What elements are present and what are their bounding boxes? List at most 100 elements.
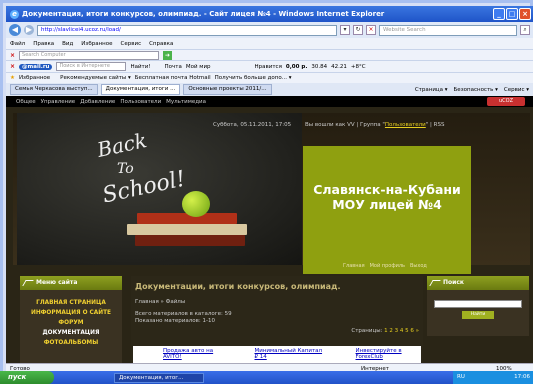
refresh-icon[interactable]: ↻	[353, 25, 363, 35]
tab-1[interactable]: Семья Черкасова выступ...	[10, 84, 98, 95]
tab-2-active[interactable]: Документация, итоги ...	[100, 84, 181, 95]
likes-button[interactable]: Нравится	[255, 64, 282, 70]
ucoz-menu-media[interactable]: Мультимедиа	[166, 99, 206, 105]
ad-link-avito[interactable]: Продажа авто на AVITO!	[163, 348, 224, 360]
favorite-link-1[interactable]: Рекомендуемые сайты ▾	[60, 75, 131, 81]
mailru-logo[interactable]: @mail.ru	[19, 63, 53, 70]
chalk-back-text: Back	[95, 128, 149, 162]
menu-tools[interactable]: Сервис	[121, 41, 142, 47]
menu-favorites[interactable]: Избранное	[81, 41, 112, 47]
address-bar: ◀ ▶ http://slavlicei4.ucoz.ru/load/ ▾ ↻ …	[6, 22, 533, 38]
ucoz-menu-users[interactable]: Пользователи	[120, 99, 161, 105]
close-toolbar-icon[interactable]: ×	[10, 63, 15, 70]
login-info: Вы вошли как VV | Группа "Пользователи" …	[305, 122, 445, 128]
menu-site-info[interactable]: ИНФОРМАЦИЯ О САЙТЕ	[20, 308, 122, 318]
apple-icon	[182, 191, 210, 217]
chalkboard-image: Back To School!	[17, 113, 302, 265]
site-search-input[interactable]	[434, 300, 522, 308]
pagination: Страницы: 1 2 3 4 5 6 »	[351, 328, 419, 334]
taskbar: пуск Документация, итог... RU 17:06	[0, 371, 533, 384]
title-bar: e Документация, итоги конкурсов, олимпиа…	[6, 6, 533, 22]
maximize-button[interactable]: □	[506, 8, 518, 20]
forward-button[interactable]: ▶	[24, 25, 34, 35]
close-button[interactable]: ×	[519, 8, 531, 20]
go-arrow-icon[interactable]: ➜	[163, 50, 173, 60]
group-link[interactable]: Пользователи	[385, 122, 426, 128]
ucoz-menu-general[interactable]: Общее	[16, 99, 36, 105]
search-block: Поиск Найти	[427, 276, 529, 336]
profile-link[interactable]: Мой профиль	[370, 263, 405, 269]
menu-home[interactable]: ГЛАВНАЯ СТРАНИЦА	[20, 298, 122, 308]
temperature: +8°C	[350, 63, 366, 70]
search-heading: Поиск	[427, 276, 529, 290]
close-toolbar-icon[interactable]: ×	[10, 52, 15, 59]
security-menu[interactable]: Безопасность ▾	[454, 87, 498, 93]
menu-forum[interactable]: ФОРУМ	[20, 318, 122, 328]
menu-view[interactable]: Вид	[62, 41, 73, 47]
page-links[interactable]: 1 2 3 4 5 6 »	[384, 328, 419, 334]
site-title: Славянск-на-Кубани МОУ лицей №4	[303, 146, 471, 274]
site-menu-heading: Меню сайта	[20, 276, 122, 290]
mailru-search-input[interactable]: Поиск в Интернете	[56, 62, 127, 71]
book-icon	[127, 224, 247, 235]
site-header: Back To School! Суббота, 05.11.2011, 17:…	[13, 113, 530, 274]
window-title: Документация, итоги конкурсов, олимпиад.…	[22, 10, 385, 18]
ie-logo-icon: e	[10, 9, 19, 19]
site-menu-block: Меню сайта ГЛАВНАЯ СТРАНИЦА ИНФОРМАЦИЯ О…	[20, 276, 122, 363]
favorites-button[interactable]: Избранное	[19, 75, 50, 81]
tools-menu[interactable]: Сервис ▾	[504, 87, 529, 93]
chalk-to-text: To	[117, 161, 134, 177]
mailru-toolbar: × @mail.ru Поиск в Интернете Найти! Почт…	[6, 60, 533, 72]
eur-rate: 42.21	[331, 63, 347, 70]
taskbar-ie-window[interactable]: Документация, итог...	[114, 372, 204, 383]
stop-icon[interactable]: ×	[366, 25, 376, 35]
minimize-button[interactable]: _	[493, 8, 505, 20]
back-button[interactable]: ◀	[9, 24, 21, 36]
date-time: Суббота, 05.11.2011, 17:05	[213, 122, 292, 128]
favorites-bar: ★ Избранное Рекомендуемые сайты ▾ Беспла…	[6, 72, 533, 83]
menu-file[interactable]: Файл	[10, 41, 25, 47]
star-icon[interactable]: ★	[10, 75, 15, 81]
ad-link-forexclub[interactable]: Инвестируйте в ForexClub	[356, 348, 421, 360]
breadcrumb[interactable]: Главная » Файлы	[131, 291, 423, 305]
content-area: Документации, итоги конкурсов, олимпиад.…	[131, 276, 423, 363]
favorite-link-3[interactable]: Получить больше допо... ▾	[215, 75, 292, 81]
url-input[interactable]: http://slavlicei4.ucoz.ru/load/	[37, 24, 337, 36]
find-submit-button[interactable]: Найти	[462, 311, 494, 319]
tab-3[interactable]: Основные проекты 2011/...	[183, 84, 272, 95]
menu-bar: Файл Правка Вид Избранное Сервис Справка	[6, 38, 533, 49]
search-icon[interactable]: ⌕	[520, 25, 530, 35]
menu-photoalbums[interactable]: ФОТОАЛЬБОМЫ	[20, 338, 122, 348]
mail-button[interactable]: Почта	[165, 64, 182, 70]
search-toolbar: × Search Computer ➜	[6, 49, 533, 60]
ad-strip: Продажа авто на AVITO! Минимальный Капит…	[133, 346, 421, 363]
language-indicator[interactable]: RU	[457, 374, 465, 380]
browser-window: e Документация, итоги конкурсов, олимпиа…	[0, 0, 533, 384]
dropdown-icon[interactable]: ▾	[340, 25, 350, 35]
arrow-icon	[429, 280, 441, 286]
menu-edit[interactable]: Правка	[33, 41, 54, 47]
website-search-input[interactable]: Website Search	[379, 24, 517, 36]
arrow-icon	[22, 280, 34, 286]
page-menu[interactable]: Страница ▾	[415, 87, 448, 93]
chalk-school-text: School!	[100, 166, 188, 209]
clock: 17:06	[514, 374, 530, 380]
ad-link-capital[interactable]: Минимальный Капитал ₽ 14	[254, 348, 325, 360]
tab-strip: Семья Черкасова выступ... Документация, …	[6, 83, 533, 96]
money-value: 0,00 р.	[285, 63, 308, 70]
ucoz-admin-bar: Общее Управление Добавление Пользователи…	[6, 96, 533, 107]
myworld-button[interactable]: Мой мир	[186, 64, 211, 70]
ucoz-logo[interactable]: uCOZ	[487, 97, 525, 106]
ucoz-menu-add[interactable]: Добавление	[80, 99, 115, 105]
computer-search-input[interactable]: Search Computer	[19, 50, 160, 60]
menu-help[interactable]: Справка	[149, 41, 173, 47]
find-button[interactable]: Найти!	[130, 64, 150, 70]
usd-rate: 30.84	[311, 63, 328, 70]
start-button[interactable]: пуск	[0, 371, 54, 384]
menu-documentation[interactable]: ДОКУМЕНТАЦИЯ	[20, 328, 122, 338]
home-link[interactable]: Главная	[343, 263, 365, 269]
ucoz-menu-manage[interactable]: Управление	[41, 99, 76, 105]
favorite-link-2[interactable]: Бесплатная почта Hotmail	[135, 75, 211, 81]
logout-link[interactable]: Выход	[410, 263, 427, 269]
system-tray: RU 17:06	[453, 371, 533, 384]
